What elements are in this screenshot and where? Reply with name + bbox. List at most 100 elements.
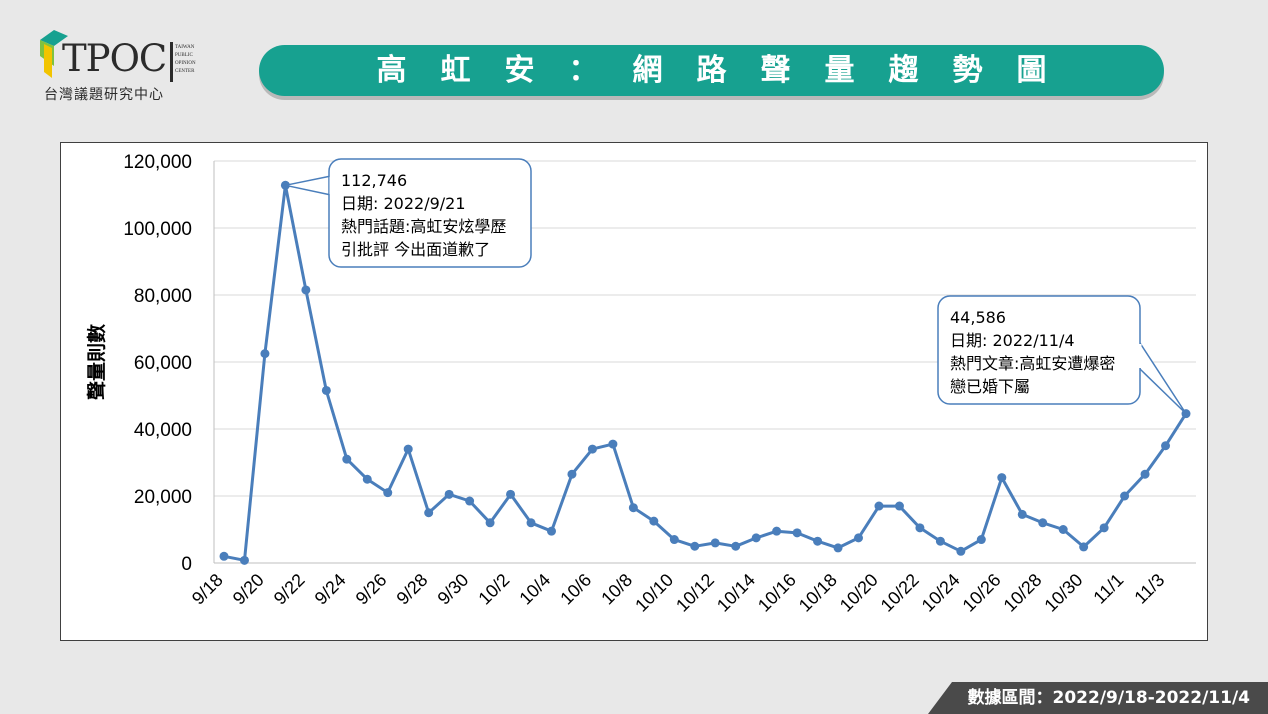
x-tick-label: 10/20 [836, 570, 882, 616]
callout-pointer [1139, 342, 1187, 415]
y-tick-label: 60,000 [134, 353, 192, 374]
callout-text: 日期: 2022/9/21 [341, 194, 466, 213]
x-tick-label: 10/12 [672, 570, 718, 616]
data-point [1140, 469, 1150, 479]
data-point [342, 454, 352, 464]
x-tick-label: 11/1 [1089, 570, 1127, 608]
x-tick-label: 10/4 [515, 570, 554, 609]
x-tick-label: 9/30 [434, 570, 473, 609]
data-point [915, 523, 925, 533]
x-tick-label: 9/22 [270, 570, 309, 609]
x-tick-label: 10/8 [597, 570, 636, 609]
callout-text: 熱門文章:高虹安遭爆密 [950, 354, 1115, 373]
x-tick-label: 10/6 [556, 570, 595, 609]
data-range-label: 數據區間：2022/9/18-2022/11/4 [967, 688, 1251, 708]
x-tick-label: 10/16 [754, 570, 800, 616]
y-tick-label: 0 [181, 554, 192, 575]
logo-org-name: 台灣議題研究中心 [44, 87, 164, 103]
data-point [219, 551, 229, 561]
data-point [485, 518, 495, 528]
data-point [997, 473, 1007, 483]
line-chart: 0 20,000 40,000 60,000 80,000 100,000 120,000 9… [85, 152, 1196, 616]
callout-text: 日期: 2022/11/4 [950, 331, 1075, 350]
svg-text:TAIWAN: TAIWAN [175, 45, 195, 50]
x-tick-label: 9/26 [352, 570, 391, 609]
data-point [731, 541, 741, 551]
tpoc-logo: TPOC TAIWAN PUBLIC OPINION CENTER 台灣議題研究… [34, 26, 204, 106]
logo-side-text: TAIWAN PUBLIC OPINION CENTER [170, 42, 196, 82]
x-tick-label: 10/24 [918, 570, 964, 616]
x-tick-label: 9/18 [188, 570, 227, 609]
x-tick-label: 10/14 [713, 570, 759, 616]
y-axis-label: 聲量則數 [85, 324, 108, 400]
data-point [383, 488, 393, 498]
data-point [976, 535, 986, 545]
x-tick-label: 10/28 [1000, 570, 1046, 616]
data-point [260, 349, 270, 359]
y-tick-label: 20,000 [134, 487, 192, 508]
data-point [506, 489, 516, 499]
data-point [649, 516, 659, 526]
data-point [403, 444, 413, 454]
data-point [772, 526, 782, 536]
footer-band: 數據區間：2022/9/18-2022/11/4 [928, 682, 1268, 714]
data-point [813, 536, 823, 546]
data-point [1099, 523, 1109, 533]
y-tick-label: 80,000 [134, 286, 192, 307]
data-point [587, 444, 597, 454]
title-banner: 高虹安：網路聲量趨勢圖 [259, 45, 1164, 96]
chart-frame: 0 20,000 40,000 60,000 80,000 100,000 120,000 9… [60, 142, 1208, 641]
data-point [608, 439, 618, 449]
data-point [751, 533, 761, 543]
data-point [465, 496, 475, 506]
x-tick-label: 9/28 [393, 570, 432, 609]
x-tick-label: 11/3 [1130, 570, 1168, 608]
callout-text: 112,746 [341, 171, 407, 190]
data-point [362, 474, 372, 484]
callout-text: 戀已婚下屬 [950, 377, 1030, 396]
data-point [301, 285, 311, 295]
data-point [628, 503, 638, 513]
data-point [956, 546, 966, 556]
data-point [935, 536, 945, 546]
data-point [710, 538, 720, 548]
data-point [854, 533, 864, 543]
data-point [239, 555, 249, 565]
callout-text: 熱門話題:高虹安炫學歷 [341, 217, 506, 236]
data-point [1038, 518, 1048, 528]
data-point [874, 501, 884, 511]
y-tick-label: 100,000 [123, 219, 192, 240]
data-point [526, 518, 536, 528]
x-tick-label: 9/20 [229, 570, 268, 609]
x-tick-label: 9/24 [311, 570, 350, 609]
callout-pointer [284, 175, 332, 196]
data-point [424, 508, 434, 518]
data-point [690, 541, 700, 551]
x-tick-label: 10/22 [877, 570, 923, 616]
data-point [567, 469, 577, 479]
data-point [321, 385, 331, 395]
data-point [792, 528, 802, 538]
callout-text: 44,586 [950, 308, 1006, 327]
svg-text:PUBLIC: PUBLIC [175, 53, 193, 58]
x-tick-label: 10/18 [795, 570, 841, 616]
data-point [1058, 525, 1068, 534]
x-tick-label: 10/30 [1040, 570, 1086, 616]
x-tick-label: 10/26 [959, 570, 1005, 616]
data-point [444, 489, 454, 499]
y-tick-label: 120,000 [123, 152, 192, 173]
callout-text: 引批評 今出面道歉了 [341, 240, 490, 259]
data-point [669, 535, 679, 545]
x-tick-label: 10/2 [474, 570, 513, 609]
data-point [1120, 491, 1130, 501]
x-tick-label: 10/10 [631, 570, 677, 616]
data-point [833, 543, 843, 553]
data-point [1017, 509, 1027, 519]
data-point [894, 501, 904, 511]
y-tick-label: 40,000 [134, 420, 192, 441]
data-point [546, 526, 556, 536]
data-point [1161, 441, 1171, 451]
data-point [1079, 542, 1089, 552]
logo-wordmark: TPOC [62, 37, 167, 80]
page-title: 高虹安：網路聲量趨勢圖 [376, 53, 1081, 88]
